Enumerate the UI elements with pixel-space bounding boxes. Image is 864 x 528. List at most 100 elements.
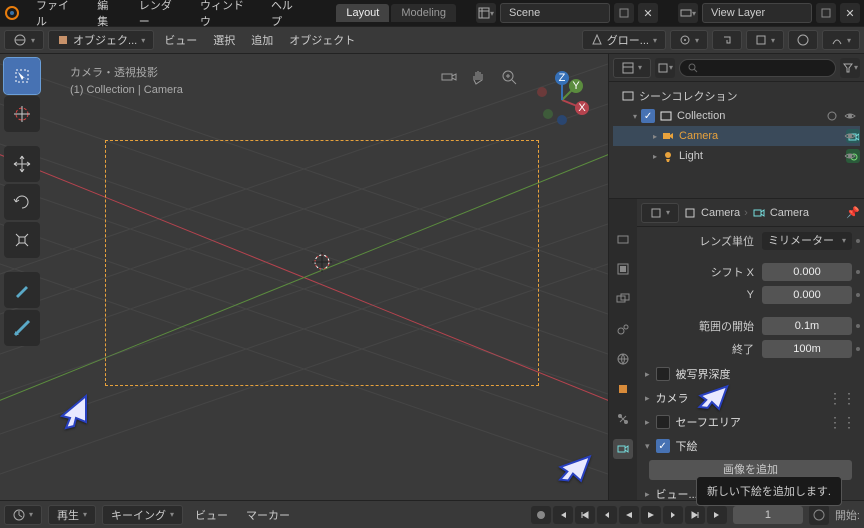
- props-tab-world[interactable]: [613, 349, 633, 369]
- viewlayer-new-icon[interactable]: [816, 3, 836, 23]
- menu-file[interactable]: ファイル: [30, 0, 81, 33]
- eye-icon[interactable]: [844, 150, 856, 162]
- props-editor-icon[interactable]: ▾: [641, 203, 679, 223]
- panel-background-images[interactable]: ▾ ✓ 下絵: [641, 434, 860, 458]
- outliner-display-icon[interactable]: ▾: [655, 58, 675, 78]
- disclosure-icon[interactable]: ▸: [653, 132, 657, 141]
- breadcrumb-obj[interactable]: Camera: [701, 207, 740, 219]
- keyframe-next-icon[interactable]: [685, 506, 705, 524]
- clip-start-field[interactable]: 0.1m: [762, 317, 852, 335]
- play-reverse-icon[interactable]: [619, 506, 639, 524]
- tool-measure[interactable]: [4, 310, 40, 346]
- scene-name-field[interactable]: Scene: [500, 3, 610, 23]
- eye-icon[interactable]: [844, 110, 856, 122]
- exclude-icon[interactable]: [826, 110, 838, 122]
- panel-safe-areas[interactable]: ▸ セーフエリア ⋮⋮: [641, 410, 860, 434]
- props-tab-scene[interactable]: [613, 319, 633, 339]
- timeline-view-menu[interactable]: ビュー: [189, 503, 234, 527]
- clip-end-field[interactable]: 100m: [762, 340, 852, 358]
- panel-menu-icon[interactable]: ⋮⋮: [828, 414, 856, 431]
- tool-scale[interactable]: [4, 222, 40, 258]
- outliner-light[interactable]: ▸ Light: [613, 146, 860, 166]
- frame-prev-icon[interactable]: [597, 506, 617, 524]
- outliner-editor-icon[interactable]: ▾: [613, 58, 651, 78]
- tool-annotate[interactable]: [4, 272, 40, 308]
- add-menu[interactable]: 追加: [245, 28, 279, 52]
- eye-icon[interactable]: [844, 130, 856, 142]
- camera-view-icon[interactable]: [440, 68, 458, 86]
- outliner-filter-icon[interactable]: ▾: [840, 58, 860, 78]
- orientation-select[interactable]: グロー... ▾: [582, 30, 666, 50]
- props-tab-object[interactable]: [613, 379, 633, 399]
- viewlayer-name-field[interactable]: View Layer: [702, 3, 812, 23]
- anim-dot[interactable]: [856, 270, 860, 274]
- use-preview-range-icon[interactable]: [809, 505, 829, 525]
- shift-y-field[interactable]: 0.000: [762, 286, 852, 304]
- 3d-viewport[interactable]: カメラ・透視投影 (1) Collection | Camera X Y Z: [0, 54, 608, 500]
- disclosure-icon[interactable]: ▸: [653, 152, 657, 161]
- proportional-type-icon[interactable]: ▾: [822, 30, 860, 50]
- marker-menu[interactable]: マーカー: [240, 503, 296, 527]
- breadcrumb-data[interactable]: Camera: [770, 207, 809, 219]
- tool-cursor[interactable]: [4, 96, 40, 132]
- props-tab-viewlayer[interactable]: [613, 289, 633, 309]
- view-menu[interactable]: ビュー: [158, 28, 203, 52]
- keyframe-prev-icon[interactable]: [575, 506, 595, 524]
- workspace-tab-layout[interactable]: Layout: [336, 4, 389, 22]
- panel-menu-icon[interactable]: ⋮⋮: [828, 390, 856, 407]
- anim-dot[interactable]: [856, 239, 860, 243]
- outliner-search[interactable]: [679, 59, 836, 77]
- playback-menu[interactable]: 再生▾: [48, 505, 96, 525]
- lens-unit-select[interactable]: ミリメーター▾: [762, 232, 852, 250]
- props-tab-render[interactable]: [613, 229, 633, 249]
- jump-start-icon[interactable]: [553, 506, 573, 524]
- nav-gizmo[interactable]: X Y Z: [532, 70, 592, 130]
- pivot-icon[interactable]: ▾: [670, 30, 708, 50]
- workspace-tab-modeling[interactable]: Modeling: [391, 4, 456, 22]
- props-tab-data[interactable]: [613, 439, 633, 459]
- collection-icon: [659, 109, 673, 123]
- scene-delete-icon[interactable]: ✕: [638, 3, 658, 23]
- autokey-icon[interactable]: [531, 506, 551, 524]
- panel-dof[interactable]: ▸ 被写界深度: [641, 362, 860, 386]
- jump-end-icon[interactable]: [707, 506, 727, 524]
- viewlayer-browse-icon[interactable]: ▾: [678, 3, 698, 23]
- collection-checkbox[interactable]: ✓: [641, 109, 655, 123]
- anim-dot[interactable]: [856, 324, 860, 328]
- bg-checkbox[interactable]: ✓: [656, 439, 670, 453]
- pan-icon[interactable]: [470, 68, 488, 86]
- mode-select[interactable]: オブジェク... ▾: [48, 30, 154, 50]
- safe-checkbox[interactable]: [656, 415, 670, 429]
- props-tab-constraints[interactable]: [613, 409, 633, 429]
- shift-x-field[interactable]: 0.000: [762, 263, 852, 281]
- tool-rotate[interactable]: [4, 184, 40, 220]
- editor-type-icon[interactable]: ▾: [4, 30, 44, 50]
- anim-dot[interactable]: [856, 293, 860, 297]
- proportional-icon[interactable]: [788, 30, 818, 50]
- pin-icon[interactable]: 📌: [846, 206, 860, 219]
- snap-type-icon[interactable]: ▾: [746, 30, 784, 50]
- tool-select-box[interactable]: [4, 58, 40, 94]
- play-icon[interactable]: [641, 506, 661, 524]
- object-menu[interactable]: オブジェクト: [283, 28, 361, 52]
- anim-dot[interactable]: [856, 347, 860, 351]
- panel-camera[interactable]: ▸ カメラ ⋮⋮: [641, 386, 860, 410]
- dof-checkbox[interactable]: [656, 367, 670, 381]
- select-menu[interactable]: 選択: [207, 28, 241, 52]
- timeline-editor-icon[interactable]: ▾: [4, 505, 42, 525]
- scene-new-icon[interactable]: [614, 3, 634, 23]
- current-frame-field[interactable]: 1: [733, 506, 803, 524]
- viewlayer-delete-icon[interactable]: ✕: [840, 3, 860, 23]
- outliner-scene-collection[interactable]: シーンコレクション: [613, 86, 860, 106]
- keying-menu[interactable]: キーイング▾: [102, 505, 183, 525]
- disclosure-icon[interactable]: ▾: [633, 112, 637, 121]
- menu-edit[interactable]: 編集: [91, 0, 123, 33]
- frame-next-icon[interactable]: [663, 506, 683, 524]
- scene-browse-icon[interactable]: ▾: [476, 3, 496, 23]
- zoom-icon[interactable]: [500, 68, 518, 86]
- outliner-camera[interactable]: ▸ Camera: [613, 126, 860, 146]
- props-tab-output[interactable]: [613, 259, 633, 279]
- snap-icon[interactable]: [712, 30, 742, 50]
- tool-move[interactable]: [4, 146, 40, 182]
- outliner-collection[interactable]: ▾ ✓ Collection: [613, 106, 860, 126]
